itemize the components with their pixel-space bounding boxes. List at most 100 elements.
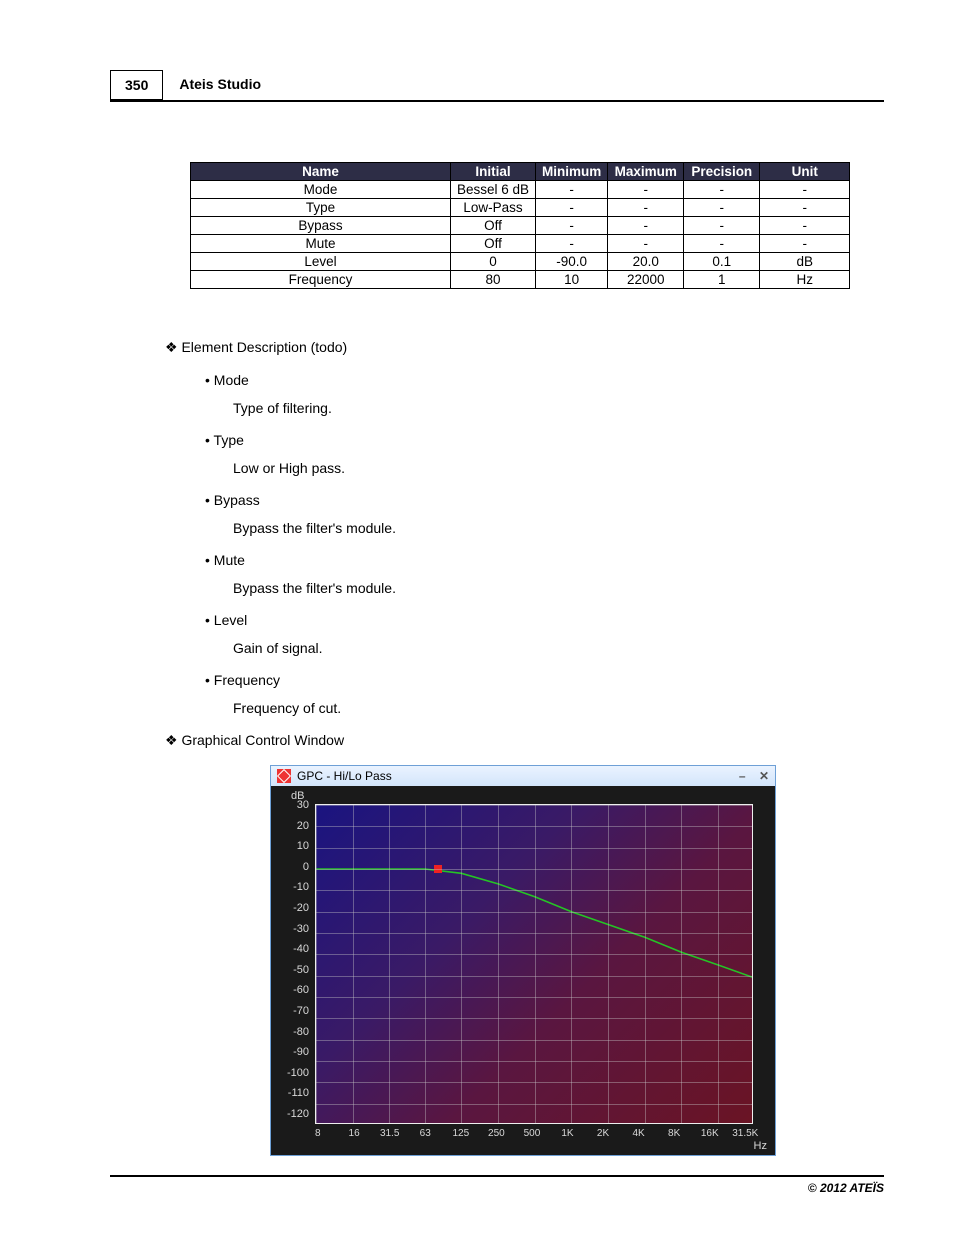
cell-unit: - xyxy=(760,217,850,235)
page-title: Ateis Studio xyxy=(179,76,261,94)
page-number: 350 xyxy=(110,70,163,100)
cell-initial: 80 xyxy=(451,271,536,289)
cell-initial: 0 xyxy=(451,253,536,271)
page-header: 350 Ateis Studio xyxy=(110,70,884,102)
y-tick: -20 xyxy=(277,903,309,914)
y-tick: -50 xyxy=(277,965,309,976)
item-label: Mode xyxy=(205,372,884,388)
y-tick: -40 xyxy=(277,944,309,955)
item-label: Type xyxy=(205,432,884,448)
x-tick: 500 xyxy=(514,1128,550,1139)
minimize-button[interactable]: – xyxy=(739,769,746,783)
table-row: BypassOff---- xyxy=(191,217,850,235)
x-tick: 31.5K xyxy=(728,1128,764,1139)
cell-minimum: -90.0 xyxy=(536,253,608,271)
cell-precision: - xyxy=(684,235,760,253)
cell-unit: - xyxy=(760,181,850,199)
cell-unit: - xyxy=(760,199,850,217)
x-tick: 8 xyxy=(315,1128,336,1139)
close-button[interactable]: ✕ xyxy=(759,769,769,783)
list-item: LevelGain of signal. xyxy=(205,612,884,656)
cell-name: Mode xyxy=(191,181,451,199)
y-tick: -80 xyxy=(277,1027,309,1038)
y-tick: 0 xyxy=(277,862,309,873)
th-initial: Initial xyxy=(451,163,536,181)
th-name: Name xyxy=(191,163,451,181)
x-tick: 250 xyxy=(479,1128,515,1139)
cell-maximum: 22000 xyxy=(608,271,684,289)
cell-initial: Off xyxy=(451,217,536,235)
cell-unit: - xyxy=(760,235,850,253)
cell-maximum: - xyxy=(608,199,684,217)
cell-minimum: - xyxy=(536,217,608,235)
table-row: Frequency8010220001Hz xyxy=(191,271,850,289)
cell-maximum: 20.0 xyxy=(608,253,684,271)
y-tick: -30 xyxy=(277,924,309,935)
list-item: Type Low or High pass. xyxy=(205,432,884,476)
item-label: Mute xyxy=(205,552,884,568)
cell-maximum: - xyxy=(608,217,684,235)
list-item: Frequency Frequency of cut. xyxy=(205,672,884,716)
x-tick: 8K xyxy=(656,1128,692,1139)
item-desc: Type of filtering. xyxy=(233,400,884,416)
item-label: Level xyxy=(205,612,884,628)
footer-copyright: © 2012 ATEÏS xyxy=(110,1175,884,1195)
x-tick: 1K xyxy=(550,1128,586,1139)
x-tick: 125 xyxy=(443,1128,479,1139)
table-row: TypeLow-Pass---- xyxy=(191,199,850,217)
item-desc: Bypass the filter's module. xyxy=(233,520,884,536)
item-label: Bypass xyxy=(205,492,884,508)
th-minimum: Minimum xyxy=(536,163,608,181)
cell-precision: - xyxy=(684,181,760,199)
item-desc: Bypass the filter's module. xyxy=(233,580,884,596)
x-tick: 16K xyxy=(692,1128,728,1139)
cell-minimum: - xyxy=(536,181,608,199)
cell-name: Mute xyxy=(191,235,451,253)
x-tick: 31.5 xyxy=(372,1128,408,1139)
cell-precision: - xyxy=(684,199,760,217)
cell-minimum: - xyxy=(536,235,608,253)
x-tick: 63 xyxy=(407,1128,443,1139)
x-tick: 4K xyxy=(621,1128,657,1139)
y-tick: -10 xyxy=(277,882,309,893)
th-maximum: Maximum xyxy=(608,163,684,181)
th-unit: Unit xyxy=(760,163,850,181)
cell-unit: Hz xyxy=(760,271,850,289)
cell-precision: 1 xyxy=(684,271,760,289)
cell-name: Type xyxy=(191,199,451,217)
section-element-description: Element Description (todo) xyxy=(165,339,884,356)
y-tick: 10 xyxy=(277,841,309,852)
y-tick: -90 xyxy=(277,1047,309,1058)
parameters-table: Name Initial Minimum Maximum Precision U… xyxy=(190,162,850,289)
cell-precision: 0.1 xyxy=(684,253,760,271)
list-item: Mute Bypass the filter's module. xyxy=(205,552,884,596)
x-axis-label: Hz xyxy=(754,1140,767,1152)
cell-precision: - xyxy=(684,217,760,235)
x-tick: 16 xyxy=(336,1128,372,1139)
list-item: Bypass Bypass the filter's module. xyxy=(205,492,884,536)
cell-name: Bypass xyxy=(191,217,451,235)
app-icon xyxy=(277,769,291,783)
y-tick: -70 xyxy=(277,1006,309,1017)
item-label: Frequency xyxy=(205,672,884,688)
y-tick: -120 xyxy=(277,1109,309,1120)
list-item: Mode Type of filtering. xyxy=(205,372,884,416)
cell-minimum: 10 xyxy=(536,271,608,289)
titlebar: GPC - Hi/Lo Pass – ✕ xyxy=(271,766,775,786)
cell-initial: Bessel 6 dB xyxy=(451,181,536,199)
table-row: MuteOff---- xyxy=(191,235,850,253)
cell-initial: Off xyxy=(451,235,536,253)
y-tick: -60 xyxy=(277,985,309,996)
th-precision: Precision xyxy=(684,163,760,181)
gpc-window: GPC - Hi/Lo Pass – ✕ dB 3020100-10-20-30… xyxy=(270,765,776,1156)
chart: dB 3020100-10-20-30-40-50-60-70-80-90-10… xyxy=(271,786,775,1155)
item-desc: Low or High pass. xyxy=(233,460,884,476)
cell-name: Frequency xyxy=(191,271,451,289)
y-tick: -110 xyxy=(277,1088,309,1099)
item-desc: Frequency of cut. xyxy=(233,700,884,716)
section-graphical: Graphical Control Window xyxy=(165,732,884,749)
cell-unit: dB xyxy=(760,253,850,271)
y-tick: 20 xyxy=(277,821,309,832)
cell-maximum: - xyxy=(608,181,684,199)
table-row: ModeBessel 6 dB---- xyxy=(191,181,850,199)
